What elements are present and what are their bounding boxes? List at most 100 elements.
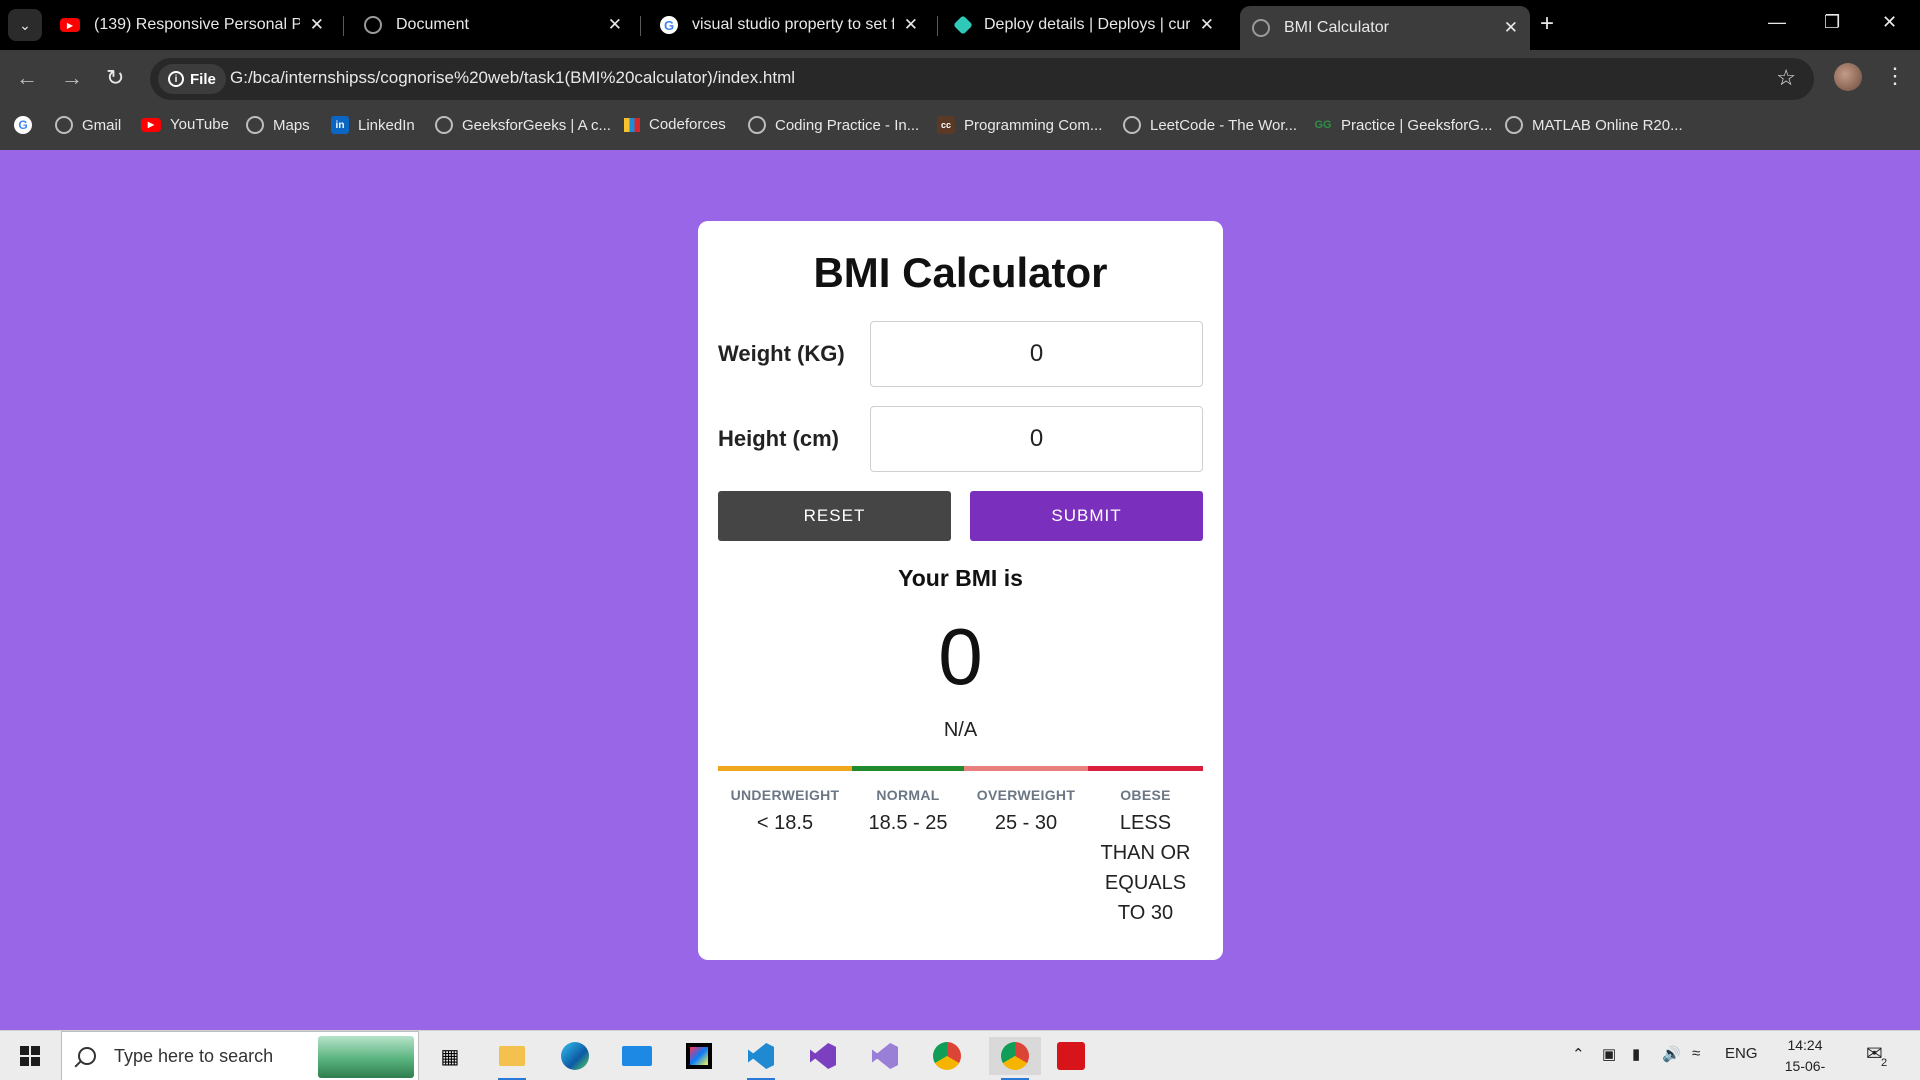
info-icon: i (168, 71, 184, 87)
weight-label: Weight (KG) (718, 341, 845, 366)
close-icon[interactable]: ✕ (904, 15, 918, 35)
close-icon[interactable]: ✕ (1200, 15, 1214, 35)
bookmark-codechef[interactable]: cc Programming Com... (937, 116, 1102, 134)
site-info-chip[interactable]: i File (158, 64, 226, 94)
bookmark-label: Maps (273, 116, 310, 134)
bookmark-google[interactable]: G (14, 116, 41, 134)
new-tab-button[interactable]: + (1540, 12, 1554, 36)
range-value: 18.5 - 25 (868, 812, 948, 834)
tab-search-button[interactable]: ⌄ (8, 9, 42, 41)
bookmark-maps[interactable]: Maps (246, 116, 310, 134)
height-input[interactable] (870, 406, 1203, 472)
vscode-app[interactable] (741, 1037, 781, 1080)
intellij-app[interactable] (679, 1037, 719, 1075)
tab-separator (937, 16, 938, 36)
bookmarks-bar: G Gmail ▶ YouTube Maps in LinkedIn Geeks… (0, 108, 1920, 150)
tab-title: Document (396, 16, 469, 33)
tab-title: visual studio property to set for (692, 16, 894, 33)
clock-date: 15-06-2024 (1784, 1058, 1826, 1080)
visual-studio-preview-app[interactable] (865, 1037, 905, 1075)
search-highlight-image (318, 1036, 414, 1078)
mail-icon (622, 1046, 652, 1066)
bookmark-codeforces[interactable]: Codeforces (624, 116, 726, 133)
bookmark-leetcode[interactable]: LeetCode - The Wor... (1123, 116, 1297, 134)
edge-app[interactable] (555, 1037, 595, 1075)
scale-bar-overweight (964, 766, 1088, 771)
bookmark-matlab[interactable]: MATLAB Online R20... (1505, 116, 1683, 134)
reload-button[interactable]: ↻ (106, 66, 124, 90)
tab-title: BMI Calculator (1284, 19, 1389, 36)
visual-studio-preview-icon (872, 1043, 898, 1069)
bookmark-linkedin[interactable]: in LinkedIn (331, 116, 415, 134)
tab-visual-studio[interactable]: G visual studio property to set for ✕ (648, 6, 930, 44)
bookmark-label: Practice | GeeksforG... (1341, 116, 1493, 134)
bmi-value: 0 (938, 612, 983, 701)
bookmark-label: MATLAB Online R20... (1532, 116, 1683, 134)
restore-icon[interactable]: ❐ (1824, 12, 1840, 33)
google-icon: G (14, 116, 32, 134)
profile-avatar[interactable] (1834, 63, 1862, 91)
arrow-right-icon: → (61, 65, 83, 90)
chrome-profile-app[interactable] (989, 1037, 1041, 1080)
bookmark-geeksforgeeks[interactable]: GeeksforGeeks | A c... (435, 116, 611, 134)
notifications-button[interactable]: ✉ 2 (1866, 1041, 1893, 1069)
bookmark-gmail[interactable]: Gmail (55, 116, 121, 134)
task-view-button[interactable]: ▦ (430, 1037, 470, 1075)
language-indicator[interactable]: ENG (1725, 1045, 1758, 1062)
bookmark-gfg-practice[interactable]: GG Practice | GeeksforG... (1314, 116, 1492, 134)
bookmark-coding-practice[interactable]: Coding Practice - In... (748, 116, 919, 134)
visual-studio-app[interactable] (803, 1037, 843, 1075)
bookmark-label: Coding Practice - In... (775, 116, 920, 134)
address-bar[interactable]: i File G:/bca/internshipss/cognorise%20w… (150, 58, 1814, 100)
globe-icon (246, 116, 264, 134)
scale-bar-underweight (718, 766, 852, 771)
globe-icon (748, 116, 766, 134)
range-name: NORMAL (876, 787, 940, 803)
chrome-app[interactable] (927, 1037, 967, 1075)
task-view-icon: ▦ (440, 1045, 460, 1068)
bmi-status: N/A (943, 719, 978, 741)
range-normal: NORMAL 18.5 - 25 (852, 787, 964, 838)
tab-document[interactable]: Document ✕ (352, 6, 634, 44)
taskbar-clock[interactable]: 14:24 15-06-2024 (1770, 1035, 1840, 1080)
tab-deploy[interactable]: Deploy details | Deploys | curiou ✕ (944, 6, 1226, 44)
windows-taskbar: Type here to search ▦ ⌃ ▣ ▮ 🔊 ≈ ENG 14:2… (0, 1030, 1920, 1080)
meet-now-icon[interactable]: ▣ (1602, 1045, 1616, 1063)
volume-icon[interactable]: 🔊 (1662, 1045, 1681, 1063)
mail-app[interactable] (617, 1037, 657, 1075)
range-name: OVERWEIGHT (976, 787, 1076, 803)
close-icon[interactable]: ✕ (310, 15, 324, 35)
menu-dots-icon[interactable]: ⋮ (1884, 64, 1906, 88)
globe-icon (1252, 19, 1270, 37)
reset-button[interactable]: RESET (718, 491, 951, 541)
result-label: Your BMI is (898, 565, 1023, 591)
weight-input[interactable] (870, 321, 1203, 387)
start-button[interactable] (20, 1046, 40, 1066)
bookmark-label: LinkedIn (358, 116, 415, 134)
close-icon[interactable]: ✕ (608, 15, 622, 35)
show-hidden-icons[interactable]: ⌃ (1572, 1045, 1585, 1063)
url-text[interactable]: G:/bca/internshipss/cognorise%20web/task… (230, 68, 795, 88)
close-icon[interactable]: ✕ (1504, 18, 1518, 38)
google-icon: G (660, 16, 678, 34)
bookmark-label: LeetCode - The Wor... (1150, 116, 1298, 134)
tab-bmi-calculator[interactable]: BMI Calculator ✕ (1240, 6, 1530, 50)
tab-separator (640, 16, 641, 36)
bookmark-youtube[interactable]: ▶ YouTube (141, 116, 229, 133)
reload-icon: ↻ (106, 65, 125, 90)
wifi-icon[interactable]: ≈ (1692, 1045, 1700, 1062)
globe-icon (435, 116, 453, 134)
bookmark-star-icon[interactable]: ☆ (1776, 65, 1796, 91)
file-explorer-app[interactable] (492, 1037, 532, 1080)
edge-icon (561, 1042, 589, 1070)
back-button[interactable]: ← (16, 66, 38, 90)
forward-button[interactable]: → (61, 66, 83, 90)
search-icon (78, 1047, 96, 1065)
submit-button[interactable]: SUBMIT (970, 491, 1203, 541)
acrobat-app[interactable] (1051, 1037, 1091, 1075)
minimize-icon[interactable]: — (1768, 12, 1786, 33)
close-window-icon[interactable]: ✕ (1882, 12, 1897, 33)
battery-icon[interactable]: ▮ (1632, 1045, 1640, 1063)
taskbar-search[interactable]: Type here to search (61, 1031, 419, 1080)
tab-portfolio[interactable]: ▶ (139) Responsive Personal Portf ✕ (48, 6, 336, 44)
